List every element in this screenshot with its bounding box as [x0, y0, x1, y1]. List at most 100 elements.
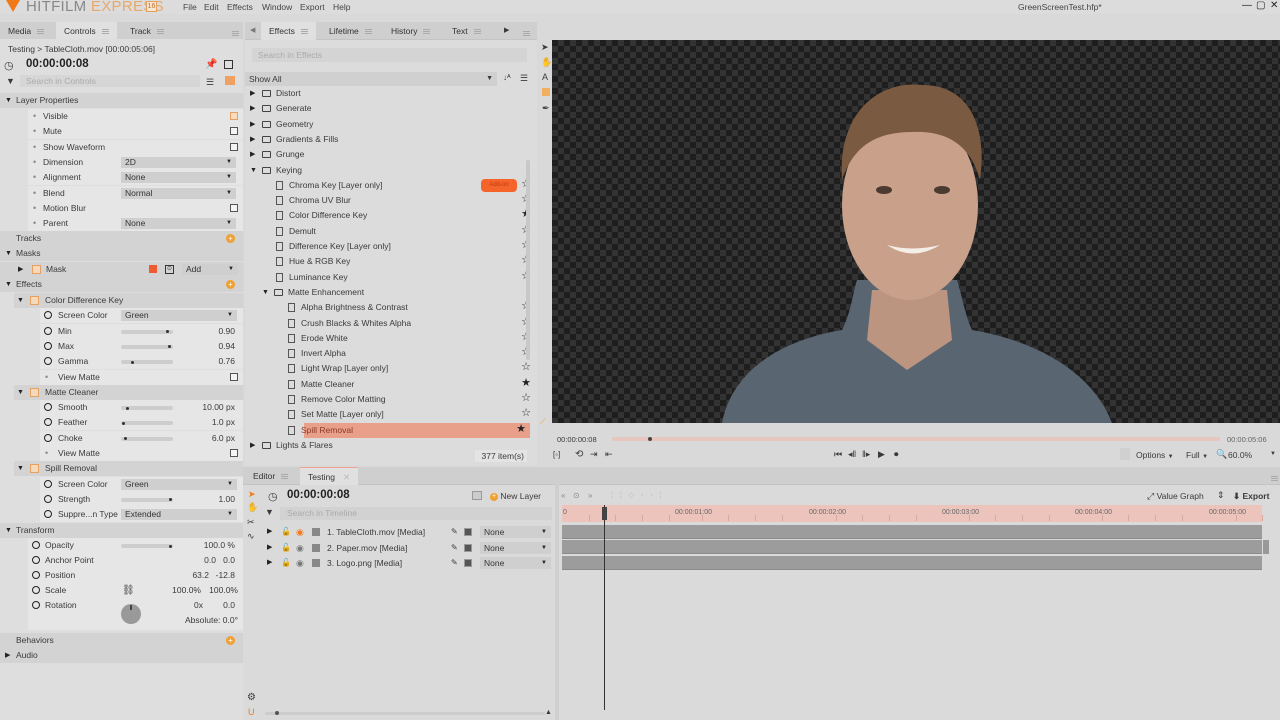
effect-folder[interactable]: ▶ Distort	[250, 86, 535, 101]
anchor-y-value[interactable]: 0.0	[223, 553, 235, 568]
layer-name[interactable]: 1. TableCloth.mov [Media]	[327, 525, 425, 539]
timeline-timecode[interactable]: 00:00:00:08	[287, 489, 350, 501]
param-slider[interactable]	[121, 497, 173, 502]
text-tool-icon[interactable]: A	[542, 72, 548, 82]
keyframe-icon[interactable]	[44, 433, 52, 442]
effect-folder[interactable]: ▼ Keying	[250, 163, 535, 178]
param-slider[interactable]	[121, 360, 173, 365]
loop-icon[interactable]: ⟲	[575, 449, 583, 460]
effect-item[interactable]: Spill Removal ★	[288, 422, 530, 438]
timeline-vscroll[interactable]	[1263, 540, 1269, 554]
prop-checkbox[interactable]	[230, 142, 238, 151]
options-dropdown[interactable]: Options ▼	[1136, 450, 1174, 460]
param-value[interactable]: 6.0 px	[212, 431, 235, 446]
effects-filter-select[interactable]: Show All ▼	[245, 72, 497, 86]
prop-checkbox[interactable]	[230, 112, 238, 120]
expand-icon[interactable]: ▶	[267, 556, 272, 570]
keyframe-icon[interactable]	[44, 403, 52, 412]
keyframe-icon[interactable]	[32, 571, 40, 579]
layer-name[interactable]: 3. Logo.png [Media]	[327, 556, 402, 570]
viewer-canvas[interactable]	[552, 40, 1280, 423]
link-icon[interactable]: ⛓	[122, 583, 135, 598]
menu-export[interactable]: Export	[300, 2, 325, 12]
timeline-layer-row[interactable]: ▶ 🔓 ◉ 3. Logo.png [Media] ✎ None	[261, 556, 553, 570]
effect-item[interactable]: Chroma Key [Layer only]Add-on☆	[250, 178, 535, 193]
scale-y-value[interactable]: 100.0%	[209, 583, 238, 598]
hand-tool-icon[interactable]: ✋	[541, 57, 552, 68]
next-frame-icon[interactable]: ‖▸	[862, 449, 870, 460]
behaviors-header[interactable]: Behaviors +	[0, 633, 243, 648]
expand-icon[interactable]: ▶	[250, 132, 255, 147]
track-bar-1[interactable]	[562, 525, 1262, 539]
effects-search-input[interactable]: Search in Effects	[252, 48, 527, 62]
collapse-icon[interactable]: ▼	[250, 163, 257, 178]
layer-parent-select[interactable]: None	[480, 526, 551, 538]
mask-mode-select[interactable]: Add	[182, 264, 238, 275]
param-select[interactable]: Extended	[121, 509, 237, 521]
star-outline-icon[interactable]: ☆	[521, 360, 531, 375]
opacity-slider[interactable]	[121, 544, 173, 548]
lock-icon[interactable]: 🔓	[281, 525, 291, 539]
quality-dropdown[interactable]: Full ▼	[1186, 450, 1208, 460]
anchor-x-value[interactable]: 0.0	[204, 553, 216, 568]
slider-knob[interactable]	[122, 421, 125, 425]
slider-knob[interactable]	[169, 544, 172, 548]
effect-toggle[interactable]	[30, 387, 39, 397]
effect-item[interactable]: Light Wrap [Layer only] ☆	[250, 361, 535, 376]
menu-edit[interactable]: Edit	[204, 2, 219, 12]
controls-timecode[interactable]: 00:00:00:08	[26, 58, 89, 70]
track-bar-2[interactable]	[562, 540, 1262, 554]
expand-icon[interactable]: ▶	[250, 147, 255, 162]
rotation-turns-value[interactable]: 0x	[194, 600, 203, 610]
keyframe-icon[interactable]	[44, 326, 52, 335]
menu-help[interactable]: Help	[333, 2, 350, 12]
new-layer-button[interactable]: + New Layer	[490, 491, 541, 501]
star-outline-icon[interactable]: ☆	[521, 391, 531, 406]
rotation-deg-value[interactable]: 0.0	[223, 600, 235, 610]
zoom-knob[interactable]	[275, 711, 279, 715]
effect-folder[interactable]: ▶ Generate	[250, 101, 535, 116]
keyframe-icon[interactable]	[32, 556, 40, 564]
expand-icon[interactable]: ▶	[267, 525, 272, 539]
keyframe-icon[interactable]	[32, 601, 40, 609]
layer-color-swatch[interactable]	[312, 559, 320, 567]
star-filled-icon[interactable]: ★	[521, 376, 531, 391]
slider-knob[interactable]	[131, 360, 134, 364]
keyframe-icon[interactable]	[44, 510, 52, 519]
effect-item[interactable]: Demult☆	[250, 224, 535, 239]
menu-icon[interactable]	[473, 29, 481, 35]
param-value[interactable]: 1.00	[218, 492, 235, 507]
export-button[interactable]: ⬇ Export	[1233, 491, 1269, 502]
add-icon[interactable]: +	[226, 234, 235, 243]
pen-icon[interactable]: ✎	[451, 525, 458, 539]
minimize-button[interactable]: —	[1242, 0, 1252, 11]
select-tool-icon[interactable]: ➤	[248, 489, 256, 500]
slice-tool-icon[interactable]: ✂	[247, 517, 255, 528]
param-select[interactable]: Green	[121, 310, 237, 322]
keyframe-icon[interactable]	[44, 418, 52, 427]
viewer-current-time[interactable]: 00:00:00:08	[557, 435, 597, 444]
lock-icon[interactable]: 🔓	[281, 541, 291, 555]
keyframe-icon[interactable]	[44, 341, 52, 350]
resize-handle-icon[interactable]: ⟋	[540, 417, 546, 427]
slider-knob[interactable]	[124, 437, 127, 441]
expand-icon[interactable]: ▶	[250, 117, 255, 132]
menu-file[interactable]: File	[183, 2, 197, 12]
zoom-fit-icon[interactable]: ⇕	[1217, 490, 1225, 501]
snapshot-icon[interactable]: [◦]	[553, 450, 560, 459]
filter-icon[interactable]: ▼	[265, 507, 274, 517]
menu-icon[interactable]	[37, 29, 45, 35]
rotation-dial[interactable]	[121, 604, 141, 624]
add-icon[interactable]: +	[226, 280, 235, 289]
zoom-in-icon[interactable]: ▲	[545, 709, 552, 716]
keyframe-icon[interactable]	[44, 479, 52, 488]
pen-icon[interactable]: ✎	[451, 556, 458, 570]
effect-item[interactable]: Erode White☆	[250, 331, 535, 346]
play-icon[interactable]: ▶	[878, 449, 885, 460]
timeline-layer-row[interactable]: ▶ 🔓 ◉ 2. Paper.mov [Media] ✎ None	[261, 541, 553, 555]
select-tool-icon[interactable]: ➤	[541, 42, 549, 53]
menu-icon[interactable]	[364, 29, 372, 35]
keyframe-icon[interactable]: ⊙	[573, 491, 580, 500]
tab-lifetime[interactable]: Lifetime	[321, 22, 380, 40]
param-slider[interactable]	[121, 329, 173, 334]
